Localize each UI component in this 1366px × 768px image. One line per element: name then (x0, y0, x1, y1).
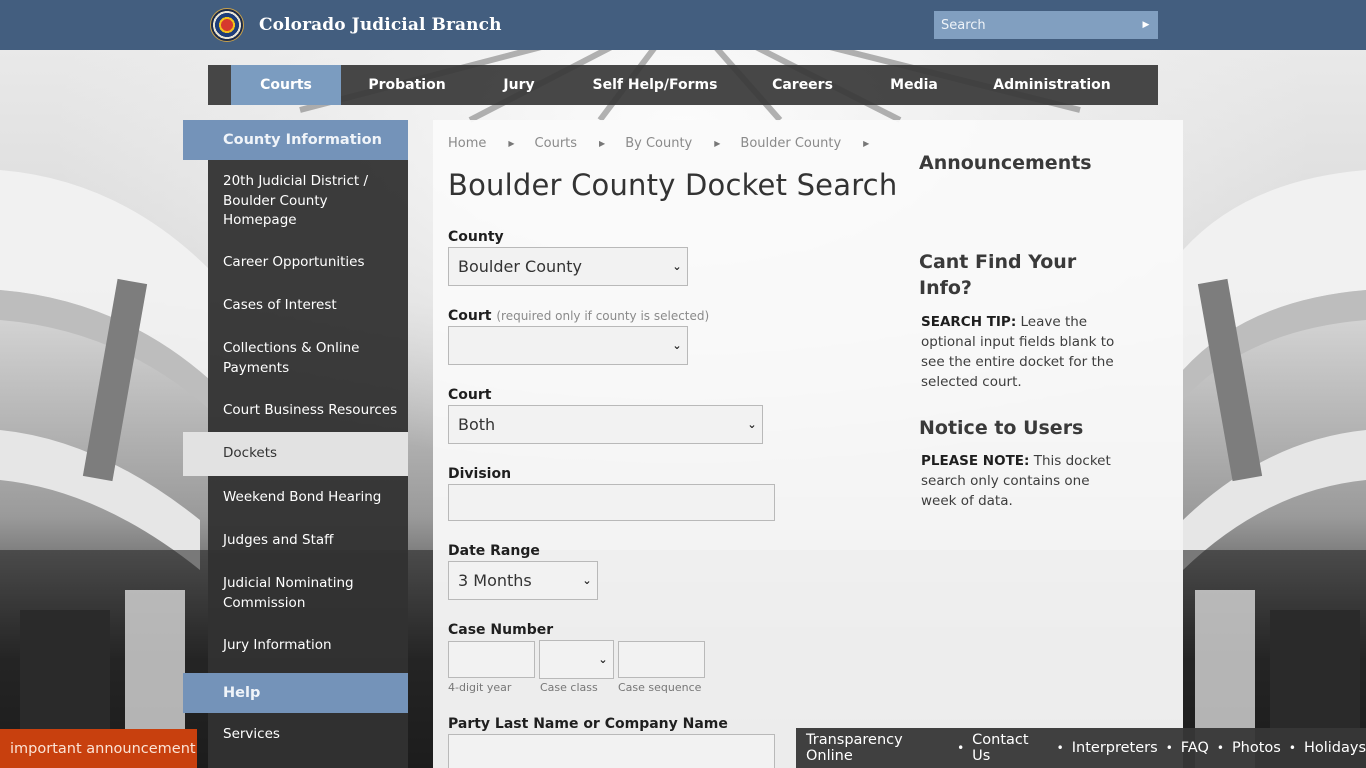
case-sequence-input[interactable] (618, 641, 705, 678)
site-search: ▶ (934, 11, 1158, 39)
sidebar-item-dockets[interactable]: Dockets (183, 432, 408, 476)
notice-text: PLEASE NOTE: This docket search only con… (921, 451, 1116, 511)
sidebar-item-jury-information[interactable]: Jury Information (208, 636, 408, 656)
search-tip-label: SEARCH TIP: (921, 314, 1017, 330)
case-class-select[interactable]: ⌄ (539, 640, 614, 679)
sidebar-item-career-opportunities[interactable]: Career Opportunities (208, 253, 408, 273)
breadcrumb-by-county[interactable]: By County (625, 136, 692, 151)
chevron-down-icon: ⌄ (747, 418, 757, 431)
county-select-value: Boulder County (458, 257, 582, 276)
footer-link-transparency-online[interactable]: Transparency Online (806, 732, 949, 764)
case-year-hint: 4-digit year (448, 681, 512, 694)
triangle-right-icon: ▶ (599, 139, 606, 148)
nav-jury[interactable]: Jury (473, 65, 565, 105)
sidebar-section-county-information[interactable]: County Information (183, 120, 408, 160)
search-input[interactable] (934, 11, 1134, 39)
site-header: Colorado Judicial Branch ▶ (0, 0, 1366, 50)
separator-dot: • (1056, 741, 1064, 755)
chevron-down-icon: ⌄ (582, 574, 592, 587)
case-class-hint: Case class (540, 681, 598, 694)
sidebar-item-weekend-bond-hearing[interactable]: Weekend Bond Hearing (208, 488, 408, 508)
footer-link-contact-us[interactable]: Contact Us (972, 732, 1049, 764)
footer-link-faq[interactable]: FAQ (1181, 740, 1209, 756)
court-type-select[interactable]: Both ⌄ (448, 405, 763, 444)
announcements-heading: Announcements (919, 152, 1092, 174)
search-submit-button[interactable]: ▶ (1134, 11, 1158, 39)
court-label-text: Court (448, 308, 492, 324)
footer-link-interpreters[interactable]: Interpreters (1072, 740, 1158, 756)
important-announcement-button[interactable]: important announcement (0, 729, 197, 768)
sidebar-section-help[interactable]: Help (183, 673, 408, 713)
sidebar-item-cases-of-interest[interactable]: Cases of Interest (208, 296, 408, 316)
party-name-label: Party Last Name or Company Name (448, 716, 728, 732)
cant-find-info-heading: Cant Find Your Info? (919, 251, 1077, 299)
site-title: Colorado Judicial Branch (259, 15, 502, 35)
sidebar-item-judicial-nominating-commission[interactable]: Judicial Nominating Commission (208, 574, 408, 613)
nav-courts[interactable]: Courts (231, 65, 341, 105)
county-select[interactable]: Boulder County ⌄ (448, 247, 688, 286)
page-title: Boulder County Docket Search (448, 168, 898, 202)
chevron-down-icon: ⌄ (672, 260, 682, 273)
sidebar-item-collections-payments[interactable]: Collections & Online Payments (208, 339, 408, 378)
court-type-select-value: Both (458, 415, 496, 434)
footer-link-holidays[interactable]: Holidays (1304, 740, 1366, 756)
nav-careers[interactable]: Careers (745, 65, 860, 105)
triangle-right-icon: ▶ (1142, 20, 1150, 30)
separator-dot: • (1288, 741, 1296, 755)
court-label-hint: (required only if county is selected) (496, 309, 710, 323)
case-year-input[interactable] (448, 641, 535, 678)
court-type-label: Court (448, 387, 492, 403)
county-label: County (448, 229, 504, 245)
case-sequence-hint: Case sequence (618, 681, 702, 694)
court-label: Court (required only if county is select… (448, 308, 709, 324)
triangle-right-icon: ▶ (714, 139, 721, 148)
breadcrumb-boulder-county[interactable]: Boulder County (740, 136, 841, 151)
notice-to-users-heading: Notice to Users (919, 417, 1084, 439)
footer-quick-links: Transparency Online • Contact Us • Inter… (796, 728, 1366, 768)
colorado-courts-seal-icon (210, 8, 244, 42)
footer-link-photos[interactable]: Photos (1232, 740, 1281, 756)
court-select[interactable]: ⌄ (448, 326, 688, 365)
triangle-right-icon: ▶ (508, 139, 515, 148)
notice-label: PLEASE NOTE: (921, 453, 1030, 469)
sidebar-item-judges-and-staff[interactable]: Judges and Staff (208, 531, 408, 551)
sidebar-item-services[interactable]: Services (208, 725, 408, 745)
nav-probation[interactable]: Probation (341, 65, 473, 105)
chevron-down-icon: ⌄ (672, 339, 682, 352)
nav-media[interactable]: Media (860, 65, 968, 105)
date-range-select-value: 3 Months (458, 571, 532, 590)
nav-administration[interactable]: Administration (968, 65, 1136, 105)
breadcrumb: Home ▶ Courts ▶ By County ▶ Boulder Coun… (448, 136, 889, 151)
division-label: Division (448, 466, 512, 482)
sidebar-item-district-homepage[interactable]: 20th Judicial District / Boulder County … (208, 172, 408, 231)
home-logo-link[interactable]: Colorado Judicial Branch (210, 8, 502, 42)
separator-dot: • (957, 741, 965, 755)
search-tip-text: SEARCH TIP: Leave the optional input fie… (921, 312, 1116, 392)
triangle-right-icon: ▶ (863, 139, 870, 148)
sidebar-item-court-business-resources[interactable]: Court Business Resources (208, 401, 408, 421)
date-range-select[interactable]: 3 Months ⌄ (448, 561, 598, 600)
party-name-input[interactable] (448, 734, 775, 768)
separator-dot: • (1165, 741, 1173, 755)
main-navigation: Courts Probation Jury Self Help/Forms Ca… (208, 65, 1158, 105)
breadcrumb-home[interactable]: Home (448, 136, 486, 151)
date-range-label: Date Range (448, 543, 540, 559)
separator-dot: • (1216, 741, 1224, 755)
chevron-down-icon: ⌄ (598, 653, 608, 666)
division-input[interactable] (448, 484, 775, 521)
case-number-label: Case Number (448, 622, 554, 638)
breadcrumb-courts[interactable]: Courts (535, 136, 578, 151)
nav-self-help-forms[interactable]: Self Help/Forms (565, 65, 745, 105)
